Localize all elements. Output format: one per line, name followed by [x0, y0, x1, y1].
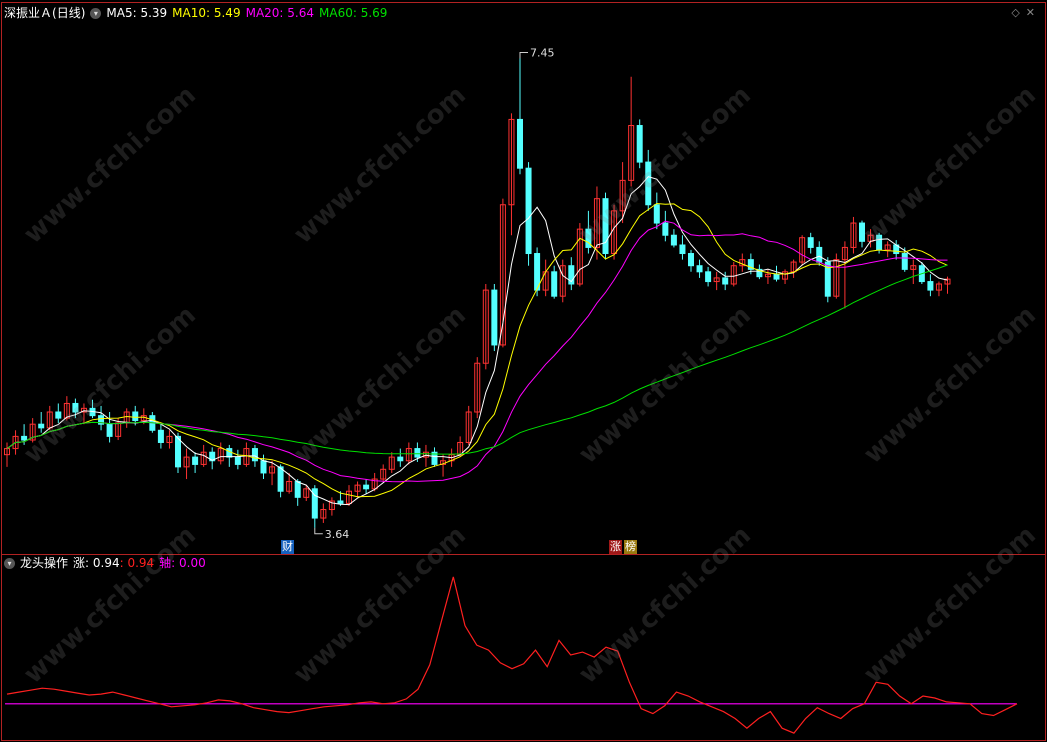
candle: [192, 456, 199, 465]
low-marker: [314, 527, 323, 535]
collapse-icon[interactable]: ▾: [90, 8, 102, 19]
stock-chart-window: 7.45 3.64 www.cfchi.com www.cfchi.com www…: [0, 0, 1047, 742]
high-price-label: 7.45: [530, 46, 555, 59]
zhang-line: [6, 576, 1018, 734]
candle: [55, 411, 62, 419]
candle: [602, 198, 609, 255]
candle: [277, 466, 284, 492]
low-price-label: 3.64: [325, 528, 350, 541]
close-icon[interactable]: ✕: [1026, 6, 1041, 19]
candle: [157, 429, 164, 443]
candle: [662, 222, 669, 236]
candle: [645, 161, 652, 206]
candle: [696, 265, 703, 273]
ma5-label: MA5: 5.39: [106, 6, 168, 20]
ma20-label: MA20: 5.64: [245, 6, 315, 20]
zhang-label: 涨: 0.94: [73, 556, 120, 570]
candle: [397, 456, 404, 462]
candle: [517, 118, 523, 169]
period-label: (日线): [52, 6, 86, 20]
candle: [636, 125, 643, 163]
candle: [551, 271, 558, 297]
candle: [491, 289, 498, 346]
candle: [21, 435, 28, 441]
zhang-value: : 0.94: [119, 556, 155, 570]
finance-report-tag[interactable]: 财: [281, 540, 294, 554]
ma10-line: [6, 202, 948, 498]
candle: [38, 423, 45, 429]
high-marker: [519, 51, 528, 59]
candle: [260, 460, 267, 474]
candle: [234, 456, 241, 465]
candle: [816, 246, 823, 263]
candle: [294, 480, 301, 498]
candle: [773, 273, 780, 280]
panel-controls: ◇✕: [1011, 6, 1041, 19]
indicator-name: 龙头操作: [20, 556, 69, 570]
candle: [679, 244, 686, 255]
candle: [363, 484, 370, 490]
ma60-label: MA60: 5.69: [319, 6, 388, 20]
stock-name: 深振业Ａ: [4, 6, 53, 20]
candle: [414, 448, 421, 458]
candle: [251, 448, 258, 462]
candle: [807, 237, 814, 248]
ranking-tag[interactable]: 榜: [624, 540, 637, 554]
candle: [525, 167, 532, 255]
candle: [859, 222, 865, 242]
diamond-icon[interactable]: ◇: [1011, 6, 1025, 19]
candle: [927, 281, 934, 291]
ma5-line: [6, 176, 948, 506]
candle: [901, 253, 908, 270]
candle: [337, 500, 344, 504]
indicator-legend: ▾ 龙头操作 涨: 0.94: 0.94 轴: 0.00: [4, 555, 211, 571]
ma20-line: [6, 220, 948, 483]
candle: [72, 402, 79, 413]
chart-canvas[interactable]: 7.45 3.64: [0, 0, 1047, 742]
candle: [876, 234, 883, 251]
candle: [688, 253, 694, 267]
candle: [705, 271, 712, 283]
candle: [226, 448, 233, 458]
candle: [106, 423, 113, 437]
candle: [175, 435, 181, 468]
ma10-label: MA10: 5.49: [172, 6, 241, 20]
candle: [670, 234, 677, 246]
candle: [722, 277, 729, 285]
limit-up-tag[interactable]: 涨: [609, 540, 622, 554]
collapse-icon[interactable]: ▾: [4, 558, 15, 569]
candle: [653, 204, 660, 224]
candle: [132, 411, 139, 422]
axis-label: 轴: 0.00: [159, 556, 206, 570]
ma-legend: 深振业Ａ(日线) ▾ MA5: 5.39 MA10: 5.49 MA20: 5.64 MA…: [4, 5, 392, 21]
